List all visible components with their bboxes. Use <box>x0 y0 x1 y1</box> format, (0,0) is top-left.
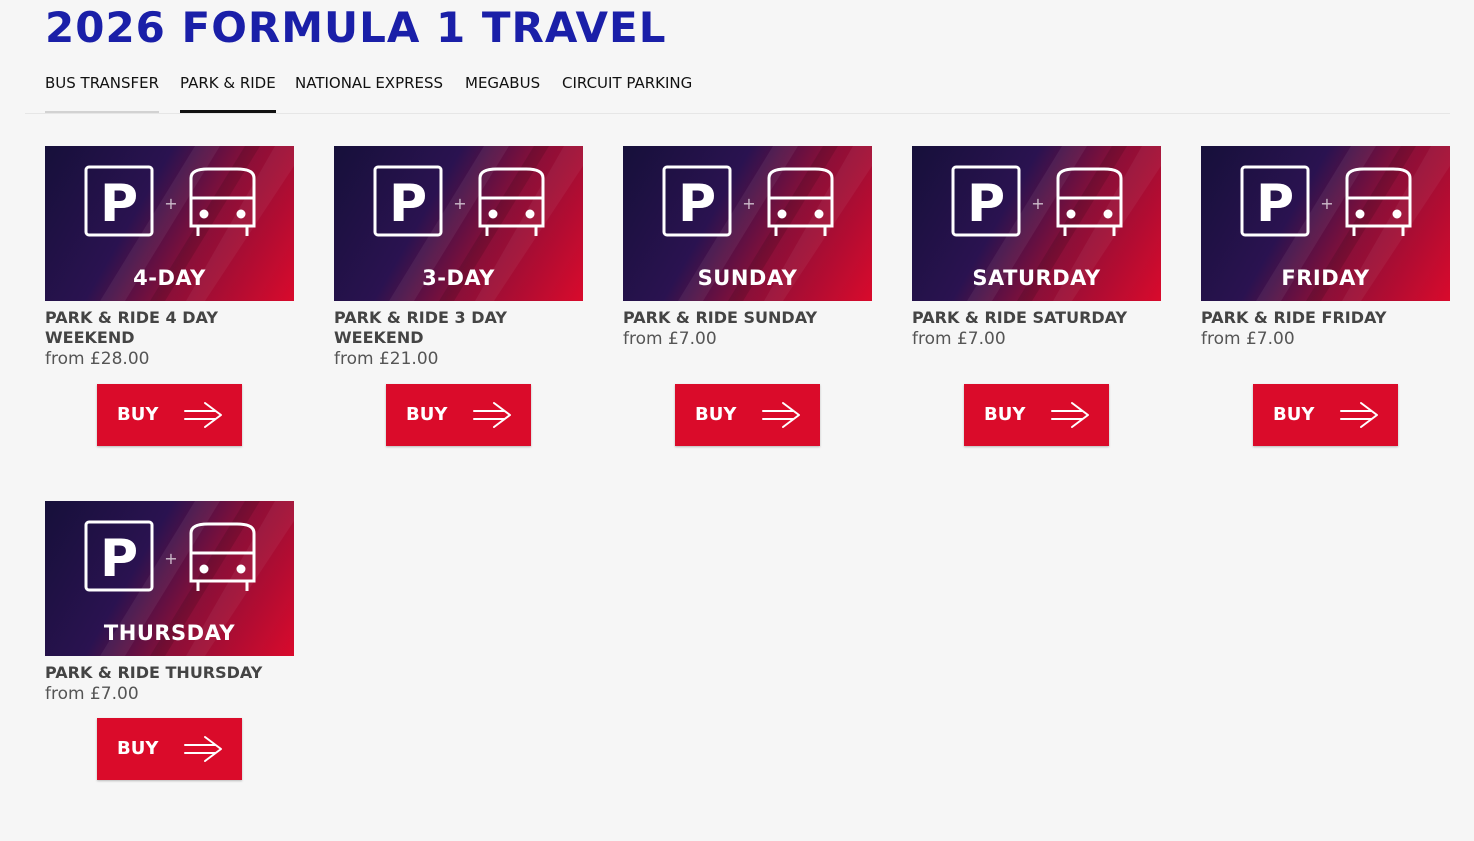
product-price: from £7.00 <box>623 329 717 349</box>
arrow-right-icon <box>184 402 222 428</box>
product-name: PARK & RIDE SUNDAY <box>623 308 818 327</box>
page-title: 2026 FORMULA 1 TRAVEL <box>45 3 667 52</box>
product-banner: P + 3-DAY <box>334 146 583 301</box>
product-price: from £7.00 <box>912 329 1006 349</box>
bus-icon <box>767 167 834 236</box>
buy-button-saturday[interactable]: BUY <box>964 384 1109 446</box>
product-banner: P + SUNDAY <box>623 146 872 301</box>
bus-icon <box>1056 167 1123 236</box>
parking-icon: P <box>951 165 1021 237</box>
product-name: PARK & RIDE 3 DAY WEEKEND <box>334 308 507 347</box>
arrow-right-icon <box>473 402 511 428</box>
product-price: from £7.00 <box>1201 329 1295 349</box>
product-card-thursday: P + THURSDAY PARK & RIDE THURSDAY from £… <box>45 501 294 704</box>
banner-label: THURSDAY <box>103 621 236 645</box>
buy-label: BUY <box>695 404 737 425</box>
bus-icon <box>1345 167 1412 236</box>
park-and-ride-symbol: P + <box>951 165 1123 237</box>
buy-button-4-day[interactable]: BUY <box>97 384 242 446</box>
tab-megabus[interactable]: MEGABUS <box>465 62 540 113</box>
product-price: from £7.00 <box>45 684 139 704</box>
svg-text:P: P <box>1256 174 1294 234</box>
buy-label: BUY <box>117 404 159 425</box>
buy-label: BUY <box>406 404 448 425</box>
banner-label: SUNDAY <box>697 266 798 290</box>
park-and-ride-symbol: P + <box>1240 165 1412 237</box>
arrow-right-icon <box>1051 402 1089 428</box>
product-card-sunday: P + SUNDAY PARK & RIDE SUNDAY from £7.00 <box>623 146 872 349</box>
bus-icon <box>478 167 545 236</box>
buy-button-3-day[interactable]: BUY <box>386 384 531 446</box>
svg-text:P: P <box>967 174 1005 234</box>
svg-text:P: P <box>100 529 138 589</box>
svg-text:+: + <box>1031 194 1044 213</box>
parking-icon: P <box>1240 165 1310 237</box>
arrow-right-icon <box>184 736 222 762</box>
svg-text:P: P <box>389 174 427 234</box>
buy-label: BUY <box>117 738 159 759</box>
buy-button-sunday[interactable]: BUY <box>675 384 820 446</box>
tab-circuit-parking[interactable]: CIRCUIT PARKING <box>562 62 692 113</box>
svg-text:P: P <box>678 174 716 234</box>
tab-bus-transfer[interactable]: BUS TRANSFER <box>45 62 160 113</box>
product-card-3-day: P + 3-DAY PARK & RIDE 3 DAY WEEKEND from… <box>334 146 583 369</box>
product-card-friday: P + FRIDAY PARK & RIDE FRIDAY from £7.00 <box>1201 146 1450 349</box>
travel-tabs: BUS TRANSFER PARK & RIDE NATIONAL EXPRES… <box>25 62 1450 114</box>
banner-label: SATURDAY <box>972 266 1101 290</box>
svg-text:+: + <box>1320 194 1333 213</box>
park-and-ride-symbol: P + <box>373 165 545 237</box>
arrow-right-icon <box>762 402 800 428</box>
parking-icon: P <box>84 165 154 237</box>
svg-text:P: P <box>100 174 138 234</box>
svg-text:+: + <box>453 194 466 213</box>
product-banner: P + 4-DAY <box>45 146 294 301</box>
product-banner: P + SATURDAY <box>912 146 1161 301</box>
tab-park-and-ride[interactable]: PARK & RIDE <box>180 62 276 113</box>
tab-national-express[interactable]: NATIONAL EXPRESS <box>295 62 443 113</box>
bus-icon <box>189 167 256 236</box>
parking-icon: P <box>662 165 732 237</box>
buy-button-thursday[interactable]: BUY <box>97 718 242 780</box>
svg-text:+: + <box>742 194 755 213</box>
svg-text:+: + <box>164 549 177 568</box>
parking-icon: P <box>84 520 154 592</box>
park-and-ride-symbol: P + <box>84 165 256 237</box>
banner-label: 3-DAY <box>422 266 495 290</box>
banner-label: 4-DAY <box>133 266 206 290</box>
banner-label: FRIDAY <box>1281 266 1370 290</box>
bus-icon <box>189 522 256 591</box>
product-name: PARK & RIDE THURSDAY <box>45 663 263 682</box>
svg-text:+: + <box>164 194 177 213</box>
product-banner: P + THURSDAY <box>45 501 294 656</box>
parking-icon: P <box>373 165 443 237</box>
product-card-4-day: P + 4-DAY PARK & RIDE 4 DAY WEEKEND from… <box>45 146 294 369</box>
arrow-right-icon <box>1340 402 1378 428</box>
park-and-ride-symbol: P + <box>662 165 834 237</box>
buy-button-friday[interactable]: BUY <box>1253 384 1398 446</box>
product-price: from £28.00 <box>45 349 150 369</box>
park-and-ride-symbol: P + <box>84 520 256 592</box>
buy-label: BUY <box>1273 404 1315 425</box>
product-card-saturday: P + SATURDAY PARK & RIDE SATURDAY from £… <box>912 146 1161 349</box>
product-name: PARK & RIDE SATURDAY <box>912 308 1128 327</box>
buy-label: BUY <box>984 404 1026 425</box>
product-name: PARK & RIDE FRIDAY <box>1201 308 1387 327</box>
product-price: from £21.00 <box>334 349 439 369</box>
product-banner: P + FRIDAY <box>1201 146 1450 301</box>
product-name: PARK & RIDE 4 DAY WEEKEND <box>45 308 218 347</box>
